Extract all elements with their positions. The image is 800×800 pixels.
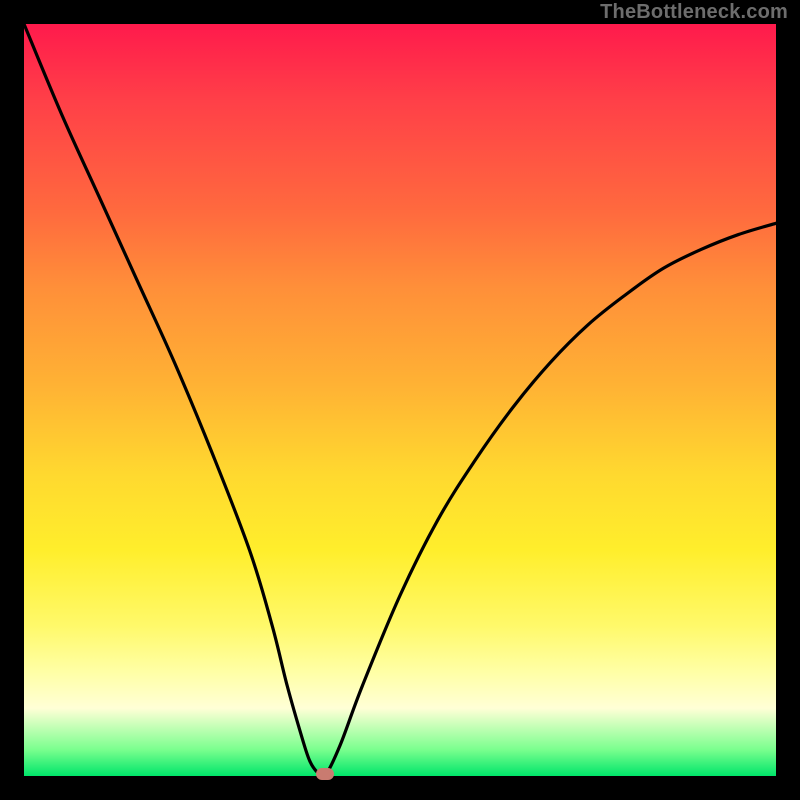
chart-curve [24, 24, 776, 776]
minimum-marker [316, 768, 334, 780]
chart-container: TheBottleneck.com [0, 0, 800, 800]
watermark-text: TheBottleneck.com [600, 1, 788, 23]
watermark: TheBottleneck.com [600, 2, 788, 22]
